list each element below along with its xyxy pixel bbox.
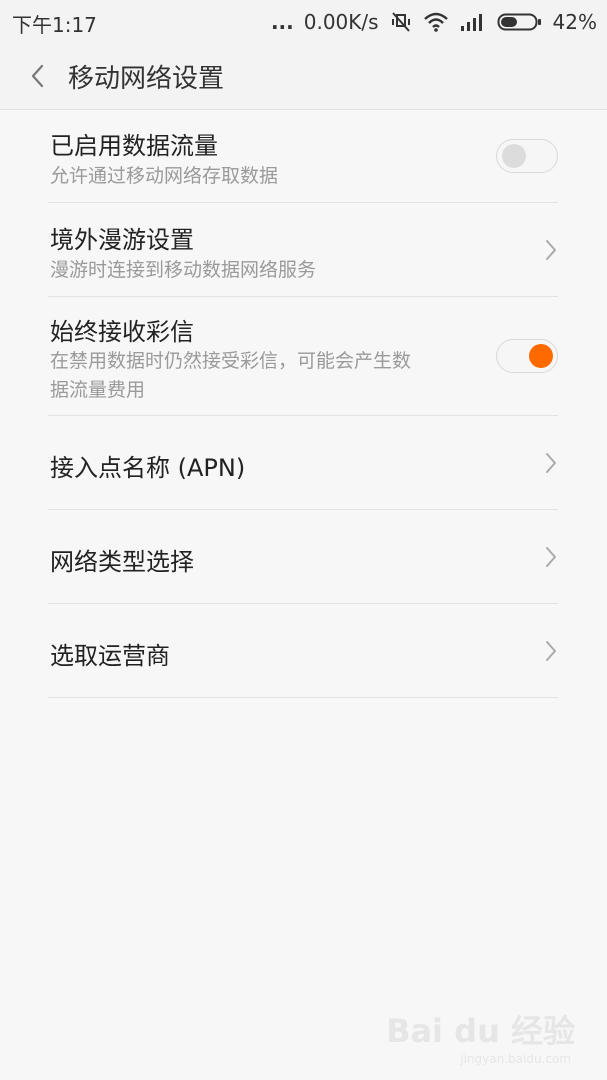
notification-dots: ...	[270, 10, 294, 34]
setting-item-network-type[interactable]: 网络类型选择	[48, 510, 558, 604]
setting-title: 网络类型选择	[50, 548, 194, 576]
setting-subtitle-line2: 据流量费用	[50, 379, 146, 401]
settings-list: 已启用数据流量 允许通过移动网络存取数据 境外漫游设置 漫游时连接到移动数据网络…	[48, 110, 558, 698]
setting-item-mobile-data[interactable]: 已启用数据流量 允许通过移动网络存取数据	[48, 110, 558, 203]
setting-title: 选取运营商	[50, 642, 170, 670]
chevron-right-icon	[544, 238, 558, 262]
page-title: 移动网络设置	[68, 64, 225, 94]
toggle-knob	[502, 144, 526, 168]
baidu-watermark-url: jingyan.baidu.com	[460, 1052, 571, 1066]
title-bar: 移动网络设置	[0, 44, 607, 110]
toggle-knob	[529, 344, 553, 368]
wifi-icon	[423, 11, 449, 33]
mms-toggle[interactable]	[496, 339, 558, 373]
setting-item-operator[interactable]: 选取运营商	[48, 604, 558, 698]
setting-item-always-receive-mms[interactable]: 始终接收彩信 在禁用数据时仍然接受彩信，可能会产生数 据流量费用	[48, 297, 558, 416]
signal-icon	[459, 11, 487, 33]
baidu-watermark: Bai du 经验	[386, 1012, 575, 1050]
setting-title: 已启用数据流量	[50, 132, 218, 160]
status-time: 下午1:17	[12, 13, 97, 37]
status-icons: ... 0.00K/s 42%	[271, 8, 597, 36]
setting-item-apn[interactable]: 接入点名称 (APN)	[48, 416, 558, 510]
back-button[interactable]	[22, 60, 52, 92]
network-speed: 0.00K/s	[303, 10, 379, 34]
setting-title: 境外漫游设置	[50, 226, 194, 254]
setting-subtitle: 漫游时连接到移动数据网络服务	[50, 259, 317, 281]
chevron-right-icon	[544, 545, 558, 569]
setting-title: 始终接收彩信	[50, 318, 194, 346]
setting-title: 接入点名称 (APN)	[50, 454, 246, 482]
battery-icon	[497, 11, 543, 33]
chevron-right-icon	[544, 451, 558, 475]
setting-item-roaming[interactable]: 境外漫游设置 漫游时连接到移动数据网络服务	[48, 203, 558, 297]
chevron-right-icon	[544, 639, 558, 663]
battery-percentage: 42%	[552, 10, 597, 34]
mobile-data-toggle[interactable]	[496, 139, 558, 173]
setting-subtitle-line1: 在禁用数据时仍然接受彩信，可能会产生数	[50, 350, 412, 372]
mute-vibrate-icon	[389, 10, 413, 34]
setting-subtitle: 允许通过移动网络存取数据	[50, 165, 279, 187]
status-bar: 下午1:17 ... 0.00K/s 42%	[0, 0, 607, 44]
chevron-left-icon	[30, 64, 44, 88]
